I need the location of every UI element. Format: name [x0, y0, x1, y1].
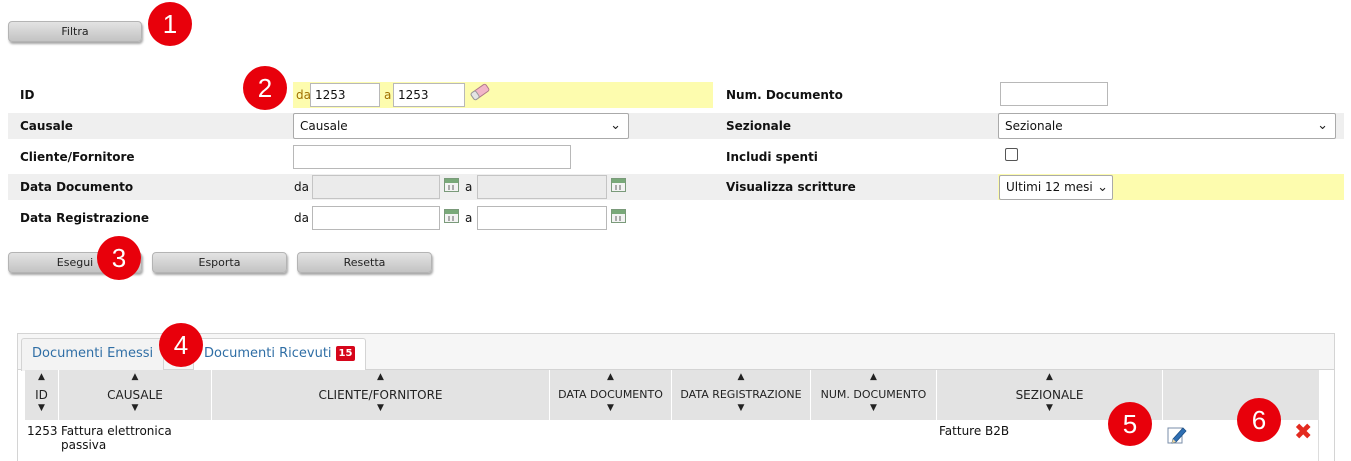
filter-row-cliente: Cliente/Fornitore Includi spenti: [8, 144, 1344, 170]
delete-icon[interactable]: ✖: [1294, 421, 1312, 445]
sort-up-icon[interactable]: ▲: [59, 372, 211, 382]
data-documento-to-label: a: [465, 180, 473, 194]
column-header-num-documento[interactable]: ▲ NUM. DOCUMENTO ▼: [811, 370, 937, 420]
cliente-fornitore-label: Cliente/Fornitore: [20, 150, 135, 164]
column-label-id: ID: [35, 388, 48, 402]
cell-causale: Fattura elettronica passiva: [61, 424, 172, 452]
sezionale-select[interactable]: Sezionale ⌄: [998, 113, 1336, 139]
data-registrazione-to-label: a: [465, 211, 473, 225]
causale-select-value: Causale: [300, 119, 348, 133]
id-to-input[interactable]: 1253: [393, 83, 465, 107]
data-registrazione-label: Data Registrazione: [20, 211, 150, 225]
column-label-data-documento: DATA DOCUMENTO: [558, 388, 663, 401]
visualizza-scritture-select[interactable]: Ultimi 12 mesi ⌄: [999, 175, 1113, 200]
tab-documenti-emessi-label: Documenti Emessi: [32, 346, 154, 361]
data-documento-from-label: da: [294, 180, 309, 194]
includi-spenti-checkbox[interactable]: [1005, 148, 1018, 161]
sort-up-icon[interactable]: ▲: [550, 372, 671, 382]
filter-row-data-registrazione: Data Registrazione: [8, 205, 1344, 231]
causale-select[interactable]: Causale ⌄: [293, 113, 629, 139]
visualizza-scritture-label: Visualizza scritture: [726, 180, 856, 194]
filter-button[interactable]: Filtra: [8, 21, 142, 42]
num-documento-input[interactable]: [1000, 82, 1108, 106]
eraser-icon[interactable]: [468, 82, 492, 102]
num-documento-label: Num. Documento: [726, 88, 843, 102]
visualizza-scritture-value: Ultimi 12 mesi: [1006, 180, 1093, 194]
callout-badge-3: 3: [97, 236, 141, 280]
sort-down-icon[interactable]: ▼: [550, 403, 671, 413]
column-label-data-registrazione: DATA REGISTRAZIONE: [680, 388, 802, 401]
data-documento-from-input[interactable]: [312, 175, 440, 199]
data-documento-label: Data Documento: [20, 180, 134, 194]
calendar-icon[interactable]: [611, 209, 626, 223]
sort-down-icon[interactable]: ▼: [59, 403, 211, 413]
callout-badge-1: 1: [148, 2, 192, 46]
resetta-button[interactable]: Resetta: [297, 252, 432, 273]
calendar-icon[interactable]: [611, 178, 626, 192]
column-label-sezionale: SEZIONALE: [1015, 388, 1084, 402]
data-registrazione-from-label: da: [294, 211, 309, 225]
cell-sezionale: Fatture B2B: [939, 424, 1010, 438]
column-header-cliente-fornitore[interactable]: ▲ CLIENTE/FORNITORE ▼: [212, 370, 550, 420]
tab-documenti-ricevuti[interactable]: Documenti Ricevuti 15: [193, 338, 367, 371]
sort-up-icon[interactable]: ▲: [811, 372, 936, 382]
esporta-button[interactable]: Esporta: [152, 252, 287, 273]
calendar-icon[interactable]: [444, 178, 459, 192]
sort-down-icon[interactable]: ▼: [212, 403, 549, 413]
column-label-cliente-fornitore: CLIENTE/FORNITORE: [318, 388, 443, 402]
sort-down-icon[interactable]: ▼: [25, 403, 58, 413]
callout-badge-4: 4: [159, 323, 203, 367]
calendar-icon[interactable]: [444, 209, 459, 223]
data-registrazione-from-input[interactable]: [312, 206, 440, 230]
data-registrazione-to-input[interactable]: [477, 206, 607, 230]
column-header-id[interactable]: ▲ ID ▼: [25, 370, 59, 420]
includi-spenti-label: Includi spenti: [726, 150, 818, 164]
chevron-down-icon: ⌄: [1317, 118, 1328, 133]
chevron-down-icon: ⌄: [610, 118, 621, 133]
callout-badge-5: 5: [1108, 402, 1152, 446]
column-header-data-registrazione[interactable]: ▲ DATA REGISTRAZIONE ▼: [672, 370, 811, 420]
sort-up-icon[interactable]: ▲: [25, 372, 58, 382]
sort-up-icon[interactable]: ▲: [672, 372, 810, 382]
callout-badge-2: 2: [243, 66, 287, 110]
sezionale-label: Sezionale: [726, 119, 792, 133]
callout-badge-6: 6: [1237, 398, 1281, 442]
sort-down-icon[interactable]: ▼: [672, 403, 810, 413]
id-from-input[interactable]: 1253: [310, 83, 380, 107]
causale-label: Causale: [20, 119, 73, 133]
id-from-label: da: [296, 88, 311, 102]
column-label-causale: CAUSALE: [107, 388, 163, 402]
column-label-num-documento: NUM. DOCUMENTO: [820, 388, 927, 401]
edit-icon[interactable]: [1166, 424, 1188, 446]
tab-documenti-emessi[interactable]: Documenti Emessi: [21, 338, 165, 371]
column-header-data-documento[interactable]: ▲ DATA DOCUMENTO ▼: [550, 370, 672, 420]
tab-count-badge: 15: [335, 346, 356, 361]
tab-documenti-ricevuti-label: Documenti Ricevuti: [204, 346, 332, 361]
id-to-label: a: [384, 88, 392, 102]
column-header-causale[interactable]: ▲ CAUSALE ▼: [59, 370, 212, 420]
chevron-down-icon: ⌄: [1097, 180, 1108, 195]
sezionale-select-value: Sezionale: [1005, 119, 1063, 133]
cell-id: 1253: [27, 424, 58, 438]
sort-down-icon[interactable]: ▼: [811, 403, 936, 413]
cliente-fornitore-input[interactable]: [293, 145, 571, 169]
sort-up-icon[interactable]: ▲: [937, 372, 1162, 382]
id-label: ID: [20, 88, 35, 102]
sort-up-icon[interactable]: ▲: [212, 372, 549, 382]
data-documento-to-input[interactable]: [477, 175, 607, 199]
